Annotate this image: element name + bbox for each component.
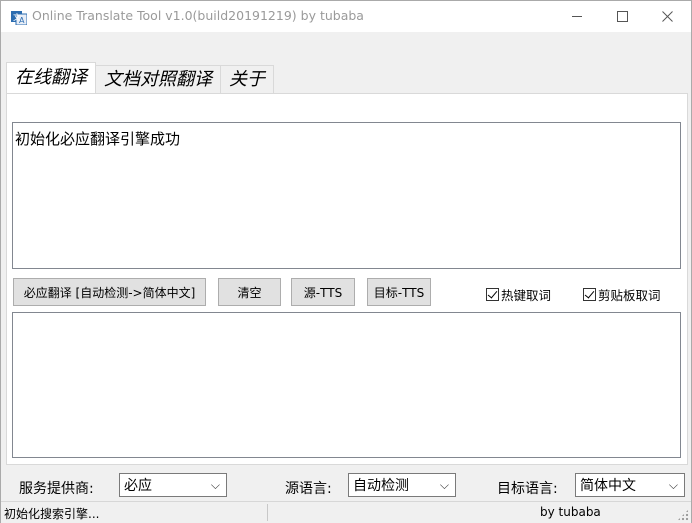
status-author: by tubaba [540,505,601,519]
close-icon [662,11,673,22]
tab-about[interactable]: 关于 [220,65,274,93]
window-title: Online Translate Tool v1.0(build20191219… [32,8,364,23]
target-tts-button[interactable]: 目标-TTS [367,278,431,306]
checkbox-checked-icon [583,288,596,301]
source-language-value: 自动检测 [353,478,409,494]
target-language-value: 简体中文 [580,478,636,494]
status-message: 初始化搜索引擎... [4,507,100,521]
maximize-button[interactable] [600,1,645,32]
clear-button[interactable]: 清空 [218,278,281,306]
source-language-select[interactable]: 自动检测 ⌵ [348,473,456,497]
resize-grip-icon[interactable] [677,509,689,521]
target-language-label: 目标语言: [497,481,558,497]
minimize-icon [572,16,582,17]
hotkey-capture-checkbox[interactable]: 热键取词 [486,285,551,304]
provider-select[interactable]: 必应 ⌵ [119,473,227,497]
checkbox-checked-icon [486,288,499,301]
source-language-label: 源语言: [285,481,332,497]
tab-document-translate[interactable]: 文档对照翻译 [95,65,221,93]
tab-online-translate[interactable]: 在线翻译 [6,62,96,93]
provider-value: 必应 [124,478,152,494]
chevron-down-icon: ⌵ [439,478,449,492]
app-window: 文 A Online Translate Tool v1.0(build2019… [0,0,692,523]
clipboard-capture-label: 剪贴板取词 [598,288,661,303]
translate-button[interactable]: 必应翻译 [自动检测->简体中文] [13,278,206,306]
svg-text:A: A [19,16,25,25]
tab-strip: 在线翻译 文档对照翻译 关于 [6,62,274,93]
source-text-area[interactable]: 初始化必应翻译引擎成功 [12,122,681,269]
chevron-down-icon: ⌵ [210,478,220,492]
title-bar[interactable]: 文 A Online Translate Tool v1.0(build2019… [1,1,691,32]
chevron-down-icon: ⌵ [668,478,678,492]
translation-output-area[interactable] [12,312,681,458]
maximize-icon [617,11,628,22]
target-language-select[interactable]: 简体中文 ⌵ [575,473,685,497]
hotkey-capture-label: 热键取词 [501,288,552,303]
app-icon: 文 A [11,11,27,25]
close-button[interactable] [645,1,690,32]
provider-label: 服务提供商: [19,481,94,497]
status-divider [267,504,268,521]
source-tts-button[interactable]: 源-TTS [291,278,355,306]
status-bar: 初始化搜索引擎... by tubaba [1,501,691,523]
minimize-button[interactable] [555,1,600,32]
clipboard-capture-checkbox[interactable]: 剪贴板取词 [583,285,661,304]
